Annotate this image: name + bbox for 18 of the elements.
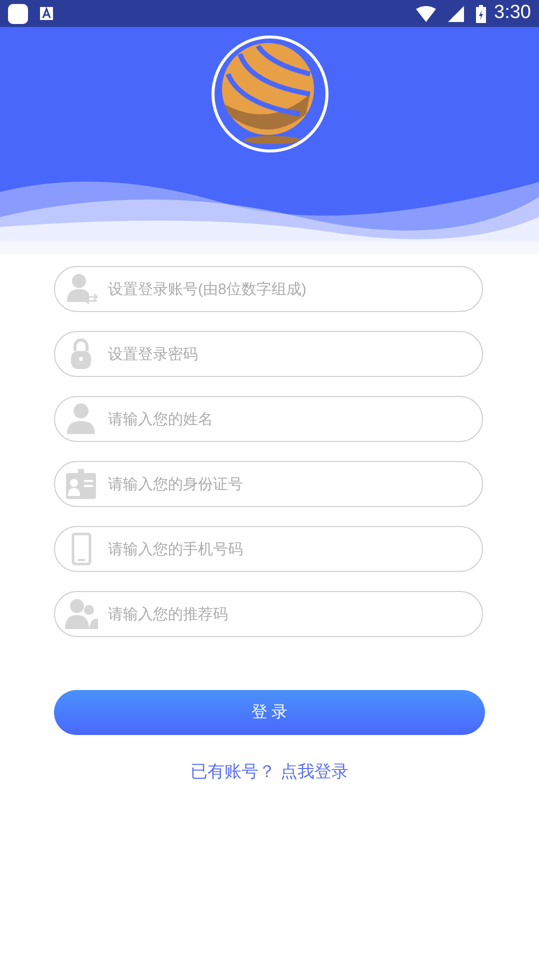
input-field[interactable]: 请输入您的手机号码 xyxy=(54,526,483,572)
wifi-icon xyxy=(416,6,436,22)
clock-time: 3:30 xyxy=(494,1,531,26)
notification-icon xyxy=(40,7,53,20)
signal-icon xyxy=(448,6,464,22)
people-icon xyxy=(65,597,98,631)
input-field[interactable]: 请输入您的姓名 xyxy=(54,396,483,442)
login-link[interactable]: 已有账号？ 点我登录 xyxy=(190,759,348,784)
input-field[interactable]: 设置登录账号(由8位数字组成) xyxy=(54,266,483,312)
person-arrow-icon xyxy=(65,272,98,306)
person-icon xyxy=(65,402,98,436)
input-field[interactable]: 请输入您的推荐码 xyxy=(54,591,483,637)
register-button[interactable]: 登 录 xyxy=(54,690,485,735)
app-icon xyxy=(8,4,28,24)
input-field[interactable]: 设置登录密码 xyxy=(54,331,483,377)
battery-icon xyxy=(476,4,486,22)
input-field[interactable]: 请输入您的身份证号 xyxy=(54,461,483,507)
id-card-icon xyxy=(65,467,98,501)
